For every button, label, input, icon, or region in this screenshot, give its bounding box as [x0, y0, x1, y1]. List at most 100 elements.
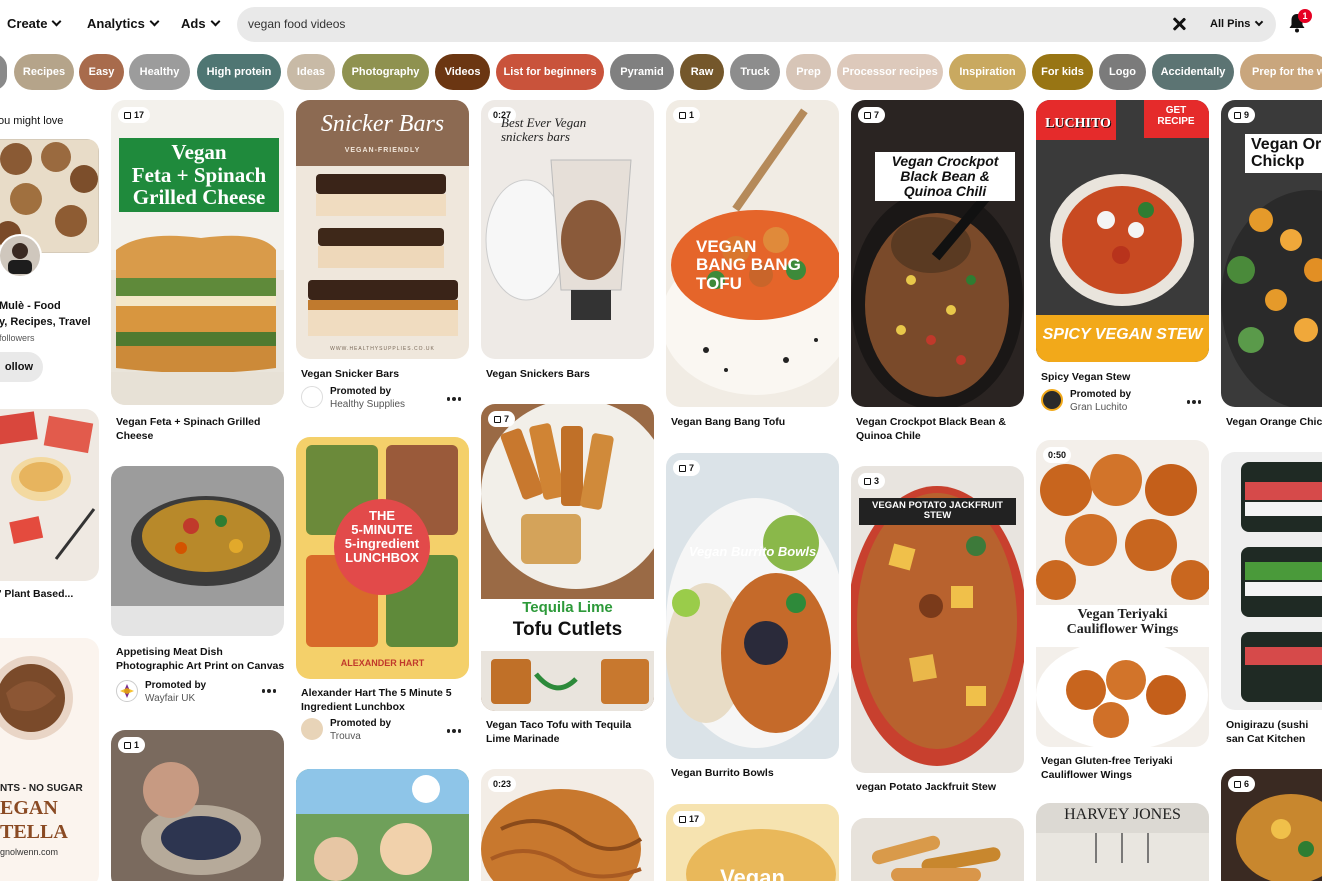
pin-burrito-bowls[interactable]: 7 Vegan Burrito Bowls	[666, 453, 839, 759]
pin-bottom-2[interactable]	[296, 769, 469, 881]
search-input[interactable]: vegan food videos	[248, 17, 345, 31]
video-duration-badge: 0:50	[1043, 447, 1072, 463]
more-icon[interactable]	[447, 397, 461, 401]
advertiser-name: Trouva	[330, 731, 361, 742]
pin-caption[interactable]: Vegan Burrito Bowls	[671, 766, 841, 780]
pages-icon	[679, 815, 686, 823]
chip-processor-recipes[interactable]: Processor recipes	[837, 54, 943, 90]
search-bar[interactable]: vegan food videos All Pins	[237, 7, 1276, 42]
pin-bang-bang-tofu[interactable]: 1 VEGAN BANG BANG TOFU	[666, 100, 839, 407]
chip-pyramid[interactable]: Pyramid	[610, 54, 674, 90]
chip-label: Prep	[796, 66, 821, 78]
pin-overlay-subtitle: VEGAN-FRIENDLY	[344, 147, 421, 154]
chip-label: Videos	[444, 66, 481, 78]
chip-raw[interactable]: Raw	[680, 54, 724, 90]
pin-spicy-vegan-stew[interactable]: LUCHITO GET RECIPE SPICY VEGAN STEW	[1036, 100, 1209, 362]
more-icon[interactable]	[1187, 400, 1201, 404]
pin-orange-chickpea[interactable]: 9 Vegan Or Chickp	[1221, 100, 1322, 407]
search-scope-dropdown[interactable]: All Pins	[1210, 17, 1264, 30]
chip-high-protein[interactable]: High protein	[197, 54, 281, 90]
pin-teriyaki-cauliflower-wings[interactable]: 0:50 Vegan Teriyaki Cauliflower Wings	[1036, 440, 1209, 747]
chip-list-for-beginners[interactable]: List for beginners	[496, 54, 604, 90]
creator-name[interactable]: Mulè - Food	[0, 300, 61, 312]
pin-caption[interactable]: Vegan Orange Chick	[1226, 415, 1322, 429]
pin-caption[interactable]: Vegan Gluten-free Teriyaki Cauliflower W…	[1041, 754, 1211, 782]
chip-ideas[interactable]: Ideas	[287, 54, 335, 90]
pin-caption[interactable]: Vegan Taco Tofu with Tequila Lime Marina…	[486, 718, 656, 746]
chip-inspiration[interactable]: Inspiration	[949, 54, 1026, 90]
chip-label: For kids	[1041, 66, 1084, 78]
pin-caption[interactable]: Vegan Bang Bang Tofu	[671, 415, 841, 429]
avatar[interactable]	[0, 232, 44, 280]
pin-tequila-lime-tofu[interactable]: 7 Tequila Lime Tofu Cutlets	[481, 404, 654, 711]
pin-image	[0, 409, 99, 581]
pin-vegan-nutella[interactable]: NTS - NO SUGAR EGAN TELLA gnolwenn.com	[0, 638, 99, 881]
chip-easy[interactable]: Easy	[79, 54, 124, 90]
close-icon[interactable]	[1171, 16, 1187, 32]
pin-caption[interactable]: Alexander Hart The 5 Minute 5 Ingredient…	[301, 686, 471, 714]
pin-caption[interactable]: Onigirazu (sushi san Cat Kitchen	[1226, 718, 1322, 746]
pin-overlay-title: Vegan Burrito Bowls	[688, 544, 817, 559]
follow-button[interactable]: ollow	[0, 352, 43, 382]
pin-bottom-4[interactable]: 17 Vegan	[666, 804, 839, 881]
chevron-down-icon	[210, 16, 221, 27]
chip-label: Healthy	[139, 66, 180, 78]
more-icon[interactable]	[262, 689, 276, 693]
pin-count: 3	[874, 476, 880, 486]
nav-ads[interactable]: Ads	[181, 16, 221, 31]
pin-caption[interactable]: ' Plant Based...	[0, 588, 73, 600]
pin-image	[851, 818, 1024, 881]
pin-crockpot-chili[interactable]: 7 Vegan Crockpot Black Bean & Quinoa Chi…	[851, 100, 1024, 407]
pin-count-badge: 6	[1228, 776, 1256, 792]
chip-accidentally[interactable]: Accidentally	[1152, 54, 1234, 90]
pin-caption[interactable]: Vegan Snickers Bars	[486, 367, 656, 381]
pin-caption[interactable]: Vegan Crockpot Black Bean & Quinoa Chile	[856, 415, 1026, 443]
pin-harvey-jones[interactable]: HARVEY JONES	[1036, 803, 1209, 881]
chip-prep-for-the-week[interactable]: Prep for the w	[1240, 54, 1322, 90]
chip-for-kids[interactable]: For kids	[1032, 54, 1093, 90]
pin-onigirazu[interactable]	[1221, 452, 1322, 710]
chip-recipes[interactable]: Recipes	[14, 54, 74, 90]
pin-snicker-bars[interactable]: Snicker Bars VEGAN-FRIENDLY WWW.HEALTHYS…	[296, 100, 469, 359]
nav-create[interactable]: Create	[7, 16, 62, 31]
more-icon[interactable]	[447, 729, 461, 733]
pin-meat-dish-print[interactable]	[111, 466, 284, 636]
pin-caption[interactable]: Spicy Vegan Stew	[1041, 370, 1211, 384]
pin-bottom-3[interactable]: 0:23	[481, 769, 654, 881]
promoted-by[interactable]: Promoted by Trouva	[301, 718, 391, 742]
promoted-by[interactable]: Promoted by Wayfair UK	[116, 680, 206, 704]
promoted-by[interactable]: Promoted by Healthy Supplies	[301, 386, 405, 410]
nav-create-label: Create	[7, 16, 48, 31]
pin-caption[interactable]: Vegan Feta + Spinach Grilled Cheese	[116, 415, 286, 443]
pin-bottom-7[interactable]: 6	[1221, 769, 1322, 881]
promoted-label: Promoted by	[330, 386, 392, 397]
pin-potato-jackfruit-stew[interactable]: 3 VEGAN POTATO JACKFRUIT STEW	[851, 466, 1024, 773]
video-duration-badge: 0:23	[488, 776, 517, 792]
pin-5-minute-lunchbox[interactable]: THE 5-MINUTE 5-ingredient LUNCHBOX ALEXA…	[296, 437, 469, 679]
pin-caption[interactable]: vegan Potato Jackfruit Stew	[856, 780, 1026, 794]
pin-count-badge: 7	[488, 411, 516, 427]
chip-partial[interactable]	[0, 54, 7, 90]
chip-photography[interactable]: Photography	[342, 54, 429, 90]
pin-plant-based[interactable]	[0, 409, 99, 581]
pin-feta-spinach[interactable]: 17 Vegan Feta + Spinach Grilled Cheese	[111, 100, 284, 405]
promoted-by[interactable]: Promoted by Gran Luchito	[1041, 389, 1131, 413]
pin-snickers-video[interactable]: 0:27 Best Ever Vegan snickers bars	[481, 100, 654, 359]
pin-bottom-5[interactable]	[851, 818, 1024, 881]
search-scope-label: All Pins	[1210, 18, 1251, 30]
pin-count-badge: 17	[118, 107, 151, 123]
nav-analytics[interactable]: Analytics	[87, 16, 160, 31]
pin-overlay-title: Snicker Bars	[320, 111, 445, 137]
pin-bottom-1[interactable]: 1	[111, 730, 284, 881]
pin-overlay-title: VEGAN POTATO JACKFRUIT STEW	[859, 498, 1016, 525]
pin-image	[666, 453, 839, 759]
chip-logo[interactable]: Logo	[1099, 54, 1146, 90]
chip-videos[interactable]: Videos	[435, 54, 490, 90]
chip-prep[interactable]: Prep	[786, 54, 831, 90]
pin-overlay-title: HARVEY JONES	[1064, 806, 1181, 823]
pin-caption[interactable]: Vegan Snicker Bars	[301, 367, 471, 381]
pin-image	[296, 769, 469, 881]
chip-healthy[interactable]: Healthy	[129, 54, 190, 90]
pin-caption[interactable]: Appetising Meat Dish Photographic Art Pr…	[116, 645, 286, 673]
chip-truck[interactable]: Truck	[730, 54, 780, 90]
